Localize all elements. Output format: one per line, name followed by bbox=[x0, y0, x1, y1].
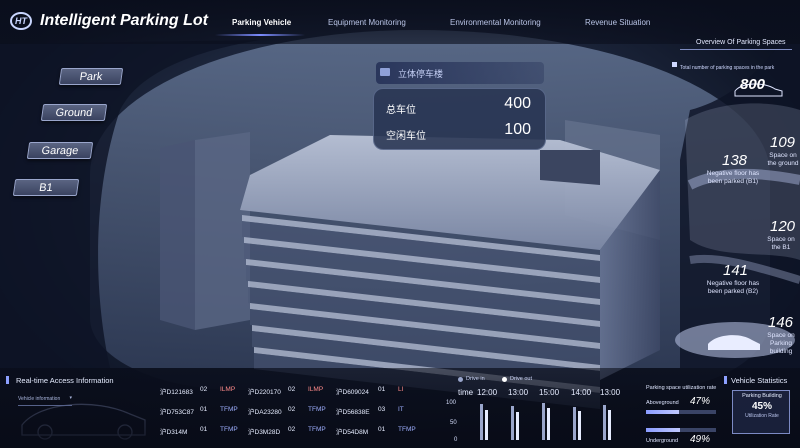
stat-b1-space-value: 120 bbox=[770, 218, 796, 235]
time-tick: 13:00 bbox=[508, 388, 529, 397]
access-cell: TFMP bbox=[308, 406, 326, 413]
access-cell: LI bbox=[398, 386, 404, 393]
access-cell: 01 bbox=[200, 406, 208, 413]
utilization-rate-label: Utilization Rate bbox=[745, 413, 779, 419]
total-spaces-value: 800 bbox=[740, 76, 766, 93]
access-cell: TFMP bbox=[220, 426, 238, 433]
stat-b1-parked-label: Negative floor has been parked (B1) bbox=[706, 170, 760, 185]
y-tick: 50 bbox=[450, 420, 457, 426]
access-cell: 沪D121683 bbox=[160, 389, 193, 396]
underground-label: Underground bbox=[646, 438, 679, 444]
access-cell: ILMP bbox=[220, 386, 236, 393]
access-cell: 沪D54D8M bbox=[336, 429, 369, 436]
legend-drive-out: Drive out bbox=[510, 376, 533, 382]
access-cell: 02 bbox=[288, 406, 296, 413]
parking-building-stat-box: Parking Building 45% Utilization Rate bbox=[732, 390, 790, 434]
access-cell: TFMP bbox=[220, 406, 238, 413]
access-cell: 03 bbox=[378, 406, 386, 413]
access-cell: 沪DA23280 bbox=[248, 409, 282, 416]
stat-building-space-value: 146 bbox=[768, 314, 794, 331]
chevron-down-icon: ▾ bbox=[69, 395, 72, 401]
vehicle-info-dropdown[interactable]: Vehicle information ▾ bbox=[18, 395, 72, 406]
access-cell: 02 bbox=[200, 386, 208, 393]
stat-ground-space-label: Space on the ground bbox=[767, 152, 799, 167]
aboveground-value: 47% bbox=[690, 396, 711, 407]
vehicle-info-dropdown-label: Vehicle information bbox=[18, 396, 61, 402]
underground-bar-fill bbox=[646, 428, 681, 432]
section-marker bbox=[724, 376, 727, 384]
stat-b1-space-label: Space on the B1 bbox=[767, 236, 795, 251]
vehicle-stats-title: Vehicle Statistics bbox=[731, 376, 788, 385]
time-tick: 14:00 bbox=[571, 388, 592, 397]
legend-drive-out-swatch bbox=[502, 377, 507, 382]
traffic-bars bbox=[480, 403, 611, 440]
access-cell: 02 bbox=[288, 426, 296, 433]
stat-building-space-label: Space on Parking building bbox=[767, 332, 795, 355]
access-cell: 01 bbox=[378, 386, 386, 393]
access-cell: 沪D753C87 bbox=[160, 409, 194, 416]
utilization-title: Parking space utilization rate bbox=[646, 385, 717, 391]
stat-b2-parked-value: 141 bbox=[723, 262, 749, 279]
access-title: Real-time Access Information bbox=[16, 376, 114, 385]
time-tick: 12:00 bbox=[477, 388, 498, 397]
parking-building-rate: 45% bbox=[751, 401, 772, 412]
access-cell: IT bbox=[398, 406, 404, 413]
stat-ground-space-value: 109 bbox=[770, 134, 796, 151]
aboveground-bar-fill bbox=[646, 410, 679, 414]
time-tick: 15:00 bbox=[539, 388, 560, 397]
section-marker bbox=[6, 376, 9, 384]
access-cell: 沪D3M28D bbox=[248, 429, 281, 436]
time-axis-label: time bbox=[458, 388, 474, 397]
y-tick: 0 bbox=[454, 437, 458, 443]
underground-bar bbox=[646, 428, 716, 432]
stat-b1-parked-value: 138 bbox=[722, 152, 748, 169]
legend-drive-in-swatch bbox=[458, 377, 463, 382]
access-cell: TFMP bbox=[398, 426, 416, 433]
aboveground-label: Aboveground bbox=[646, 400, 679, 406]
time-tick: 13:00 bbox=[600, 388, 621, 397]
access-cell: 沪D56838E bbox=[336, 409, 370, 416]
access-cell: 01 bbox=[378, 426, 386, 433]
parking-building-label: Parking Building bbox=[742, 393, 782, 399]
access-cell: 02 bbox=[288, 386, 296, 393]
total-spaces-label: Total number of parking spaces in the pa… bbox=[680, 65, 775, 71]
aboveground-bar bbox=[646, 410, 716, 414]
access-cell: 沪D220170 bbox=[248, 389, 281, 396]
access-cell: ILMP bbox=[308, 386, 324, 393]
access-cell: TFMP bbox=[308, 426, 326, 433]
overview-divider bbox=[680, 49, 792, 50]
access-cell: 沪D609024 bbox=[336, 389, 369, 396]
underground-value: 49% bbox=[690, 434, 711, 445]
access-cell: 01 bbox=[200, 426, 208, 433]
overview-title: Overview Of Parking Spaces bbox=[696, 39, 786, 46]
stat-b2-parked-label: Negative floor has been parked (B2) bbox=[706, 280, 760, 295]
legend-drive-in: Drive in bbox=[466, 376, 485, 382]
y-tick: 100 bbox=[446, 400, 457, 406]
access-cell: 沪D314M bbox=[160, 429, 188, 436]
